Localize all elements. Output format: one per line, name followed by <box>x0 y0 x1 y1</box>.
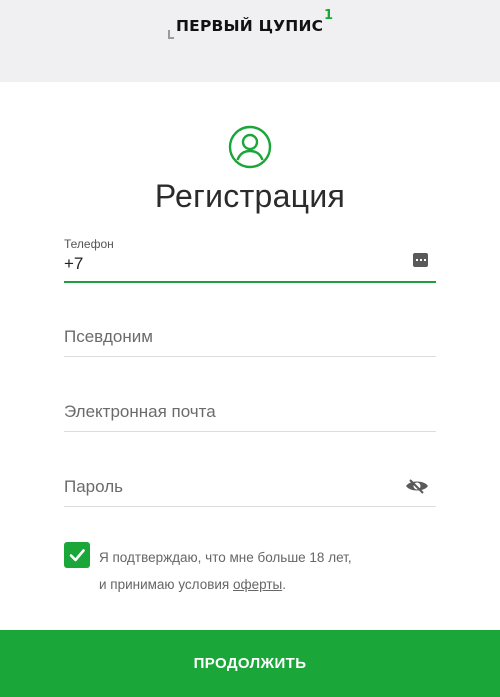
email-field[interactable]: Электронная почта <box>64 390 436 432</box>
consent-line-1: Я подтверждаю, что мне больше 18 лет, <box>99 550 352 565</box>
checkmark-icon <box>69 549 85 562</box>
offer-link[interactable]: оферты <box>233 577 282 592</box>
password-underline <box>64 506 436 507</box>
keyboard-dots-icon[interactable] <box>413 253 428 267</box>
user-circle-icon <box>228 125 272 169</box>
consent-text: Я подтверждаю, что мне больше 18 лет, и … <box>99 544 429 598</box>
nickname-underline <box>64 356 436 357</box>
consent-line-2: и принимаю условия оферты. <box>99 571 429 598</box>
consent-line-2-prefix: и принимаю условия <box>99 577 233 592</box>
password-placeholder: Пароль <box>64 477 123 496</box>
email-placeholder: Электронная почта <box>64 402 216 421</box>
continue-button[interactable]: ПРОДОЛЖИТЬ <box>0 630 500 697</box>
consent-line-2-suffix: . <box>282 577 286 592</box>
phone-underline <box>64 281 436 283</box>
phone-label: Телефон <box>64 237 114 251</box>
phone-value[interactable]: +7 <box>64 254 83 274</box>
logo-text: ПЕРВЫЙ ЦУПИС <box>176 17 324 35</box>
nickname-placeholder: Псевдоним <box>64 327 153 346</box>
logo-corner-mark <box>168 30 174 39</box>
logo[interactable]: ПЕРВЫЙ ЦУПИС 1 <box>168 8 338 42</box>
age-consent-checkbox[interactable] <box>64 542 90 568</box>
logo-number: 1 <box>324 8 334 23</box>
phone-field[interactable]: Телефон +7 <box>64 233 436 283</box>
password-field[interactable]: Пароль <box>64 465 436 507</box>
page-title: Регистрация <box>154 178 346 214</box>
eye-hidden-icon[interactable] <box>405 477 429 495</box>
nickname-field[interactable]: Псевдоним <box>64 315 436 357</box>
header: ПЕРВЫЙ ЦУПИС 1 <box>0 0 500 82</box>
email-underline <box>64 431 436 432</box>
